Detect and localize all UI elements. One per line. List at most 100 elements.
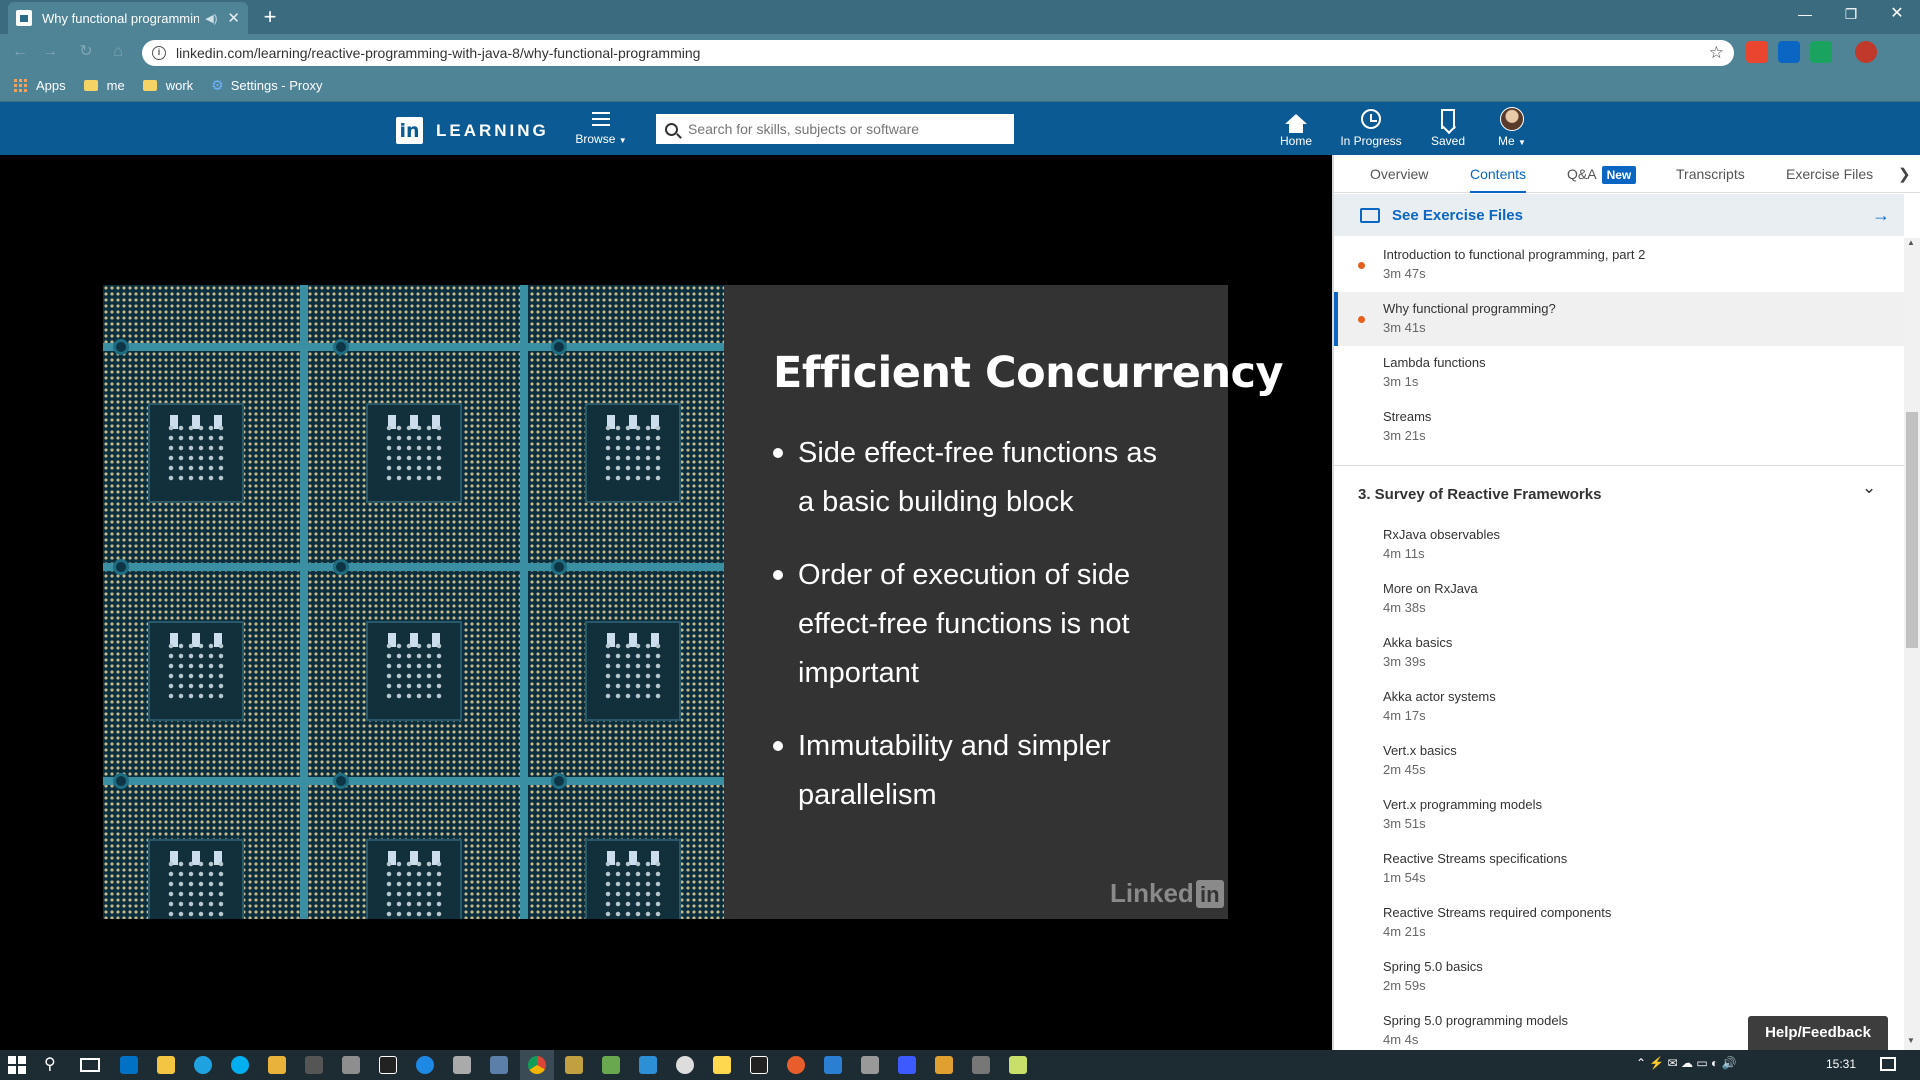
app-icon[interactable] xyxy=(602,1056,620,1074)
app-icon[interactable] xyxy=(676,1056,694,1074)
task-view-icon[interactable] xyxy=(80,1058,100,1072)
video-duration: 2m 59s xyxy=(1383,978,1426,993)
video-title: Vert.x basics xyxy=(1383,743,1457,758)
reload-icon[interactable]: ↻ xyxy=(74,41,98,63)
restore-button[interactable]: ❐ xyxy=(1828,0,1874,30)
app-icon[interactable] xyxy=(639,1056,657,1074)
sticky-notes-icon[interactable] xyxy=(713,1056,731,1074)
contents-video-item[interactable]: Vert.x programming models 3m 51s xyxy=(1334,788,1904,842)
contents-video-item[interactable]: Lambda functions 3m 1s xyxy=(1334,346,1904,400)
tab-transcripts[interactable]: Transcripts xyxy=(1676,166,1745,182)
nav-in-progress[interactable]: In Progress xyxy=(1336,107,1406,148)
forward-icon[interactable]: → xyxy=(38,41,62,63)
browser-tab-bar xyxy=(0,0,1920,34)
folder-open-icon xyxy=(1360,207,1380,223)
skype-icon[interactable] xyxy=(231,1056,249,1074)
video-title: RxJava observables xyxy=(1383,527,1501,542)
tab-qa[interactable]: Q&A New xyxy=(1567,166,1637,184)
close-tab-icon[interactable]: ✕ xyxy=(227,9,240,27)
info-icon[interactable]: i xyxy=(152,46,166,60)
chrome-extension-icon[interactable] xyxy=(1746,41,1768,63)
contents-video-item[interactable]: Streams 3m 21s xyxy=(1334,400,1904,454)
contents-video-item[interactable]: Spring 5.0 basics 2m 59s xyxy=(1334,950,1904,1004)
search-icon[interactable]: ⚲ xyxy=(44,1054,56,1074)
linkedin-extension-icon[interactable] xyxy=(1778,41,1800,63)
slide-title: Efficient Concurrency xyxy=(773,348,1284,398)
address-bar[interactable]: i linkedin.com/learning/reactive-program… xyxy=(142,40,1734,66)
tab-contents[interactable]: Contents xyxy=(1470,166,1527,193)
app-icon[interactable] xyxy=(416,1056,434,1074)
contents-video-item[interactable]: Vert.x basics 2m 45s xyxy=(1334,734,1904,788)
intellij-icon[interactable] xyxy=(750,1056,768,1074)
bookmark-folder-work[interactable]: work xyxy=(142,78,193,93)
contents-video-item[interactable]: Akka basics 3m 39s xyxy=(1334,626,1904,680)
bookmark-folder-me[interactable]: me xyxy=(83,78,125,93)
nav-home[interactable]: Home xyxy=(1276,107,1316,148)
app-icon[interactable] xyxy=(972,1056,990,1074)
windows-start-icon[interactable] xyxy=(8,1056,26,1074)
arrow-right-icon: → xyxy=(1872,204,1890,225)
app-icon[interactable] xyxy=(861,1056,879,1074)
chevron-right-icon[interactable]: ❯ xyxy=(1898,165,1911,183)
chrome-icon[interactable] xyxy=(528,1056,546,1074)
app-icon[interactable] xyxy=(342,1056,360,1074)
outlook-icon[interactable] xyxy=(120,1056,138,1074)
close-window-button[interactable]: ✕ xyxy=(1874,0,1920,30)
video-duration: 4m 38s xyxy=(1383,600,1426,615)
contents-video-item[interactable]: Reactive Streams specifications 1m 54s xyxy=(1334,842,1904,896)
contents-video-item[interactable]: Akka actor systems 4m 17s xyxy=(1334,680,1904,734)
app-icon[interactable] xyxy=(490,1056,508,1074)
video-duration: 3m 47s xyxy=(1383,266,1426,281)
tab-exercise-files[interactable]: Exercise Files xyxy=(1786,166,1873,182)
scroll-down-icon[interactable]: ▼ xyxy=(1907,1036,1915,1045)
bookmark-apps[interactable]: Apps xyxy=(14,78,66,93)
speaker-icon[interactable]: ◀) xyxy=(205,12,217,25)
contents-video-item[interactable]: Why functional programming? 3m 41s xyxy=(1334,292,1904,346)
intellij-icon[interactable] xyxy=(379,1056,397,1074)
nav-me[interactable]: Me ▼ xyxy=(1494,107,1530,148)
app-icon[interactable] xyxy=(565,1056,583,1074)
app-icon[interactable] xyxy=(898,1056,916,1074)
new-tab-button[interactable]: + xyxy=(256,4,284,30)
notifications-icon[interactable] xyxy=(1880,1057,1896,1071)
bookmark-settings-proxy[interactable]: ⚙ Settings - Proxy xyxy=(211,77,322,94)
search-input[interactable] xyxy=(688,121,988,137)
contents-video-item[interactable]: More on RxJava 4m 38s xyxy=(1334,572,1904,626)
contents-video-item[interactable]: RxJava observables 4m 11s xyxy=(1334,518,1904,572)
virtualbox-icon[interactable] xyxy=(453,1056,471,1074)
browse-menu[interactable]: Browse ▼ xyxy=(570,112,632,146)
browser-tab[interactable]: Why functional programming? ◀) ✕ xyxy=(8,2,248,34)
help-feedback-button[interactable]: Help/Feedback xyxy=(1748,1016,1888,1050)
contents-video-item[interactable]: Reactive Streams required components 4m 2… xyxy=(1334,896,1904,950)
linkedin-learning-logo[interactable]: in LEARNING xyxy=(396,117,549,144)
profile-icon[interactable] xyxy=(1855,41,1877,63)
scrollbar-thumb[interactable] xyxy=(1906,412,1918,648)
bookmark-star-icon[interactable]: ☆ xyxy=(1709,43,1724,63)
minimize-button[interactable]: — xyxy=(1782,0,1828,30)
app-icon[interactable] xyxy=(935,1056,953,1074)
home-icon xyxy=(1285,114,1307,133)
see-exercise-files-link[interactable]: See Exercise Files → xyxy=(1334,194,1904,236)
app-icon[interactable] xyxy=(268,1056,286,1074)
vscode-icon[interactable] xyxy=(824,1056,842,1074)
video-duration: 3m 41s xyxy=(1383,320,1426,335)
terminal-icon[interactable] xyxy=(305,1056,323,1074)
contents-video-item[interactable]: Introduction to functional programming, … xyxy=(1334,238,1904,292)
system-tray-icons[interactable]: ⌃ ⚡ ✉ ☁ ▭ ◐ 🔊 xyxy=(1636,1056,1737,1070)
avatar xyxy=(1500,107,1524,131)
chevron-down-icon[interactable]: ⌄ xyxy=(1862,478,1876,498)
internet-explorer-icon[interactable] xyxy=(194,1056,212,1074)
postman-icon[interactable] xyxy=(787,1056,805,1074)
grammarly-extension-icon[interactable] xyxy=(1810,41,1832,63)
search-box[interactable] xyxy=(656,114,1014,144)
taskbar-clock[interactable]: 15:31 xyxy=(1826,1057,1856,1071)
nav-saved[interactable]: Saved xyxy=(1428,107,1468,148)
notepad-icon[interactable] xyxy=(1009,1056,1027,1074)
section-title[interactable]: 3. Survey of Reactive Frameworks xyxy=(1358,486,1601,503)
file-explorer-icon[interactable] xyxy=(157,1056,175,1074)
caret-down-icon: ▼ xyxy=(1518,138,1526,147)
back-icon[interactable]: ← xyxy=(8,41,32,63)
tab-overview[interactable]: Overview xyxy=(1370,166,1428,182)
home-browser-icon[interactable]: ⌂ xyxy=(106,41,130,63)
scroll-up-icon[interactable]: ▲ xyxy=(1907,238,1915,247)
